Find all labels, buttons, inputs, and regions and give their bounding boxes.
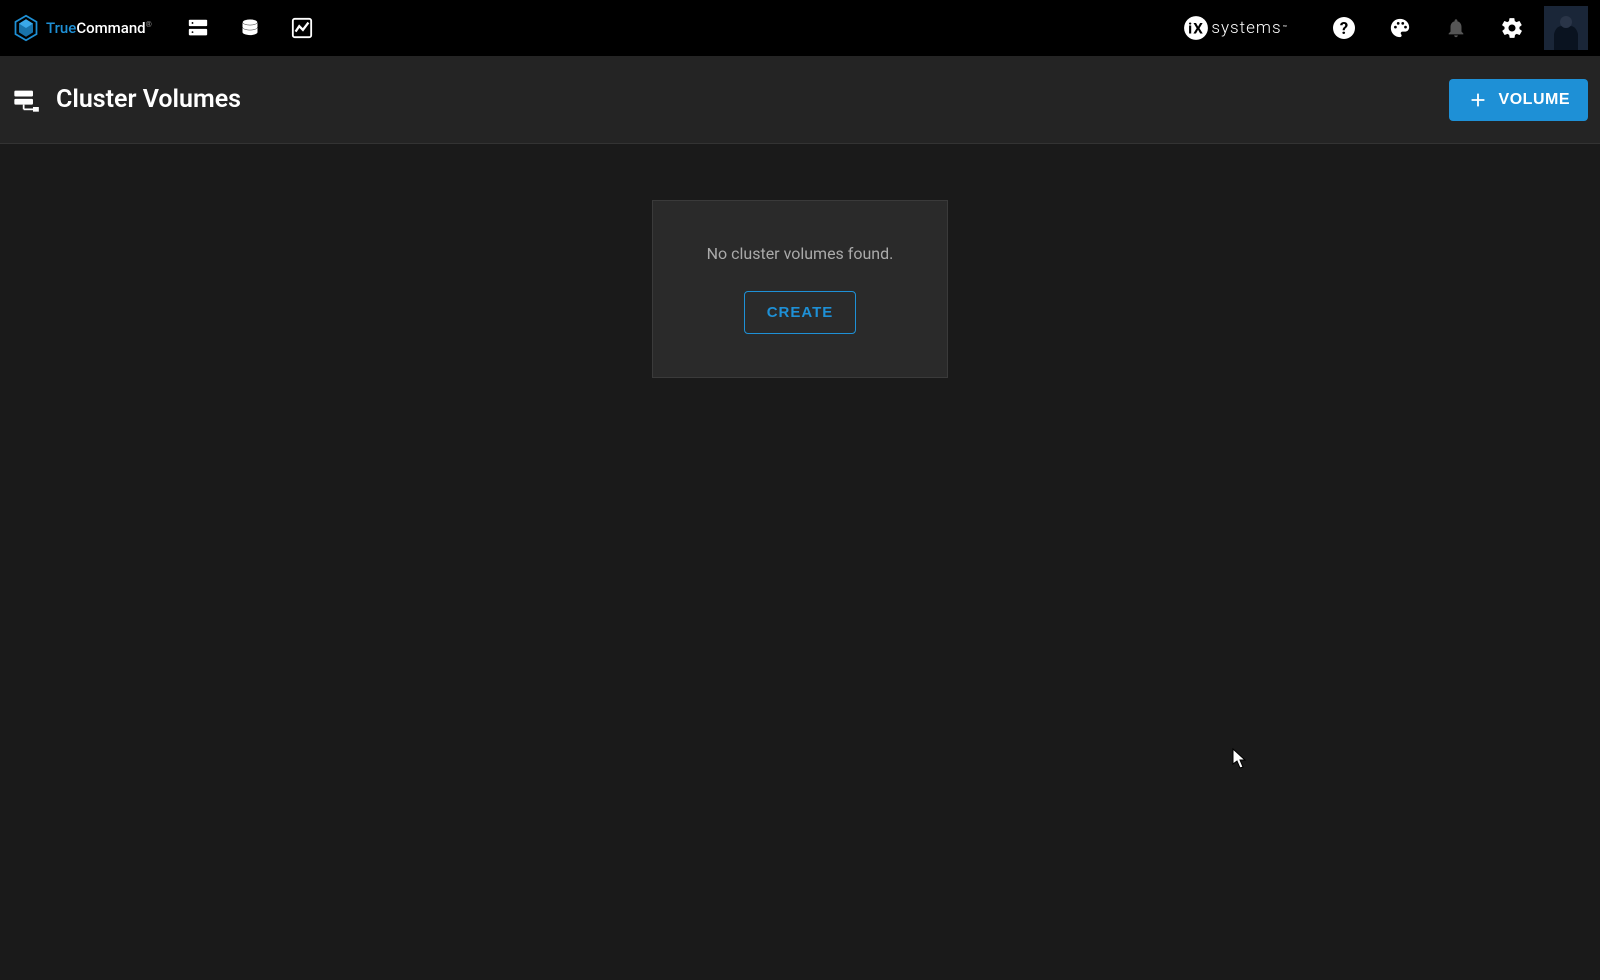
empty-state-card: No cluster volumes found. CREATE xyxy=(652,200,948,378)
brand-logo[interactable]: TrueCommand® xyxy=(12,14,152,42)
theme-button[interactable] xyxy=(1376,4,1424,52)
server-icon xyxy=(187,17,209,39)
ixsystems-text: systems xyxy=(1211,18,1281,38)
svg-text:iX: iX xyxy=(1188,19,1204,37)
add-volume-button[interactable]: VOLUME xyxy=(1449,79,1588,121)
user-avatar[interactable] xyxy=(1544,6,1588,50)
bell-icon xyxy=(1445,17,1467,39)
nav-servers-button[interactable] xyxy=(176,6,220,50)
plus-icon xyxy=(1467,89,1489,111)
gear-icon xyxy=(1500,16,1524,40)
nav-storage-button[interactable] xyxy=(228,6,272,50)
add-volume-label: VOLUME xyxy=(1499,91,1570,109)
main-content: No cluster volumes found. CREATE xyxy=(0,144,1600,980)
ixsystems-logo[interactable]: iX systems ™ xyxy=(1183,15,1288,41)
create-button[interactable]: CREATE xyxy=(744,291,857,334)
sub-header: Cluster Volumes VOLUME xyxy=(0,56,1600,144)
ix-icon: iX xyxy=(1183,15,1209,41)
help-icon: ? xyxy=(1332,16,1356,40)
avatar-image xyxy=(1544,6,1588,50)
palette-icon xyxy=(1389,17,1411,39)
settings-button[interactable] xyxy=(1488,4,1536,52)
help-button[interactable]: ? xyxy=(1320,4,1368,52)
svg-text:?: ? xyxy=(1340,19,1348,39)
chart-icon xyxy=(291,17,313,39)
database-icon xyxy=(240,17,260,39)
brand-text: TrueCommand® xyxy=(46,19,152,37)
empty-state-message: No cluster volumes found. xyxy=(707,244,894,263)
nav-reports-button[interactable] xyxy=(280,6,324,50)
sub-header-left: Cluster Volumes xyxy=(12,85,241,114)
top-bar-left: TrueCommand® xyxy=(12,6,324,50)
truecommand-hex-icon xyxy=(12,14,40,42)
cluster-icon xyxy=(12,86,40,114)
top-bar-right: iX systems ™ ? xyxy=(1183,4,1588,52)
top-bar: TrueCommand® xyxy=(0,0,1600,56)
page-title: Cluster Volumes xyxy=(56,85,241,114)
notifications-button[interactable] xyxy=(1432,4,1480,52)
